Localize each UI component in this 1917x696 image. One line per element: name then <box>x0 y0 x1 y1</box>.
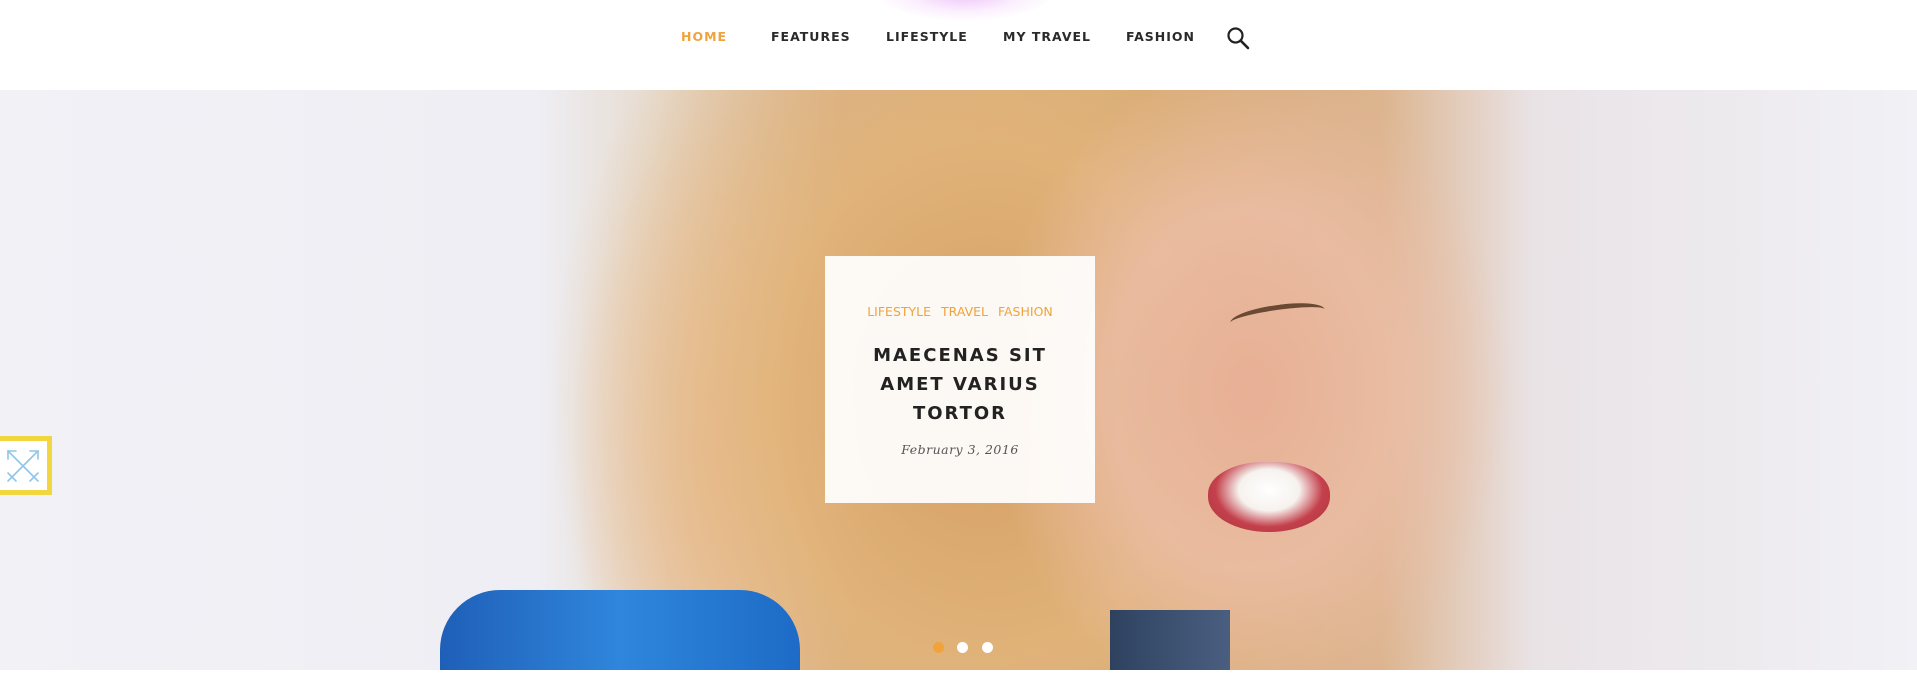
hero-image-shirt <box>440 590 800 670</box>
site-header: HOME FEATURES LIFESTYLE MY TRAVEL FASHIO… <box>0 0 1917 90</box>
category-link-fashion[interactable]: FASHION <box>998 304 1053 319</box>
featured-post-card: LIFESTYLE TRAVEL FASHION MAECENAS SIT AM… <box>825 256 1095 503</box>
nav-item-my-travel[interactable]: MY TRAVEL <box>1003 27 1091 47</box>
slider-dot-3[interactable] <box>981 642 993 653</box>
nav-item-fashion[interactable]: FASHION <box>1126 27 1195 47</box>
header-glow-decoration <box>880 0 1050 20</box>
category-link-lifestyle[interactable]: LIFESTYLE <box>867 304 931 319</box>
post-categories: LIFESTYLE TRAVEL FASHION <box>825 304 1095 319</box>
nav-item-home[interactable]: HOME <box>681 27 727 47</box>
slider-dot-1[interactable] <box>933 642 944 653</box>
search-icon[interactable] <box>1226 26 1250 50</box>
hero-image-shirt-right <box>1110 610 1230 670</box>
nav-item-lifestyle[interactable]: LIFESTYLE <box>886 27 968 47</box>
hero-image-eye <box>1228 298 1327 334</box>
hero-image-smile <box>1208 462 1330 532</box>
main-nav: HOME FEATURES LIFESTYLE MY TRAVEL FASHIO… <box>0 27 1917 49</box>
post-date: February 3, 2016 <box>901 442 1019 457</box>
category-link-travel[interactable]: TRAVEL <box>941 304 988 319</box>
slider-pagination <box>933 642 1002 654</box>
side-badge-button[interactable] <box>0 436 52 495</box>
slider-dot-2[interactable] <box>957 642 969 653</box>
crossed-arrows-icon <box>7 450 39 482</box>
nav-item-features[interactable]: FEATURES <box>771 27 851 47</box>
post-title[interactable]: MAECENAS SIT AMET VARIUS TORTOR <box>865 341 1055 428</box>
